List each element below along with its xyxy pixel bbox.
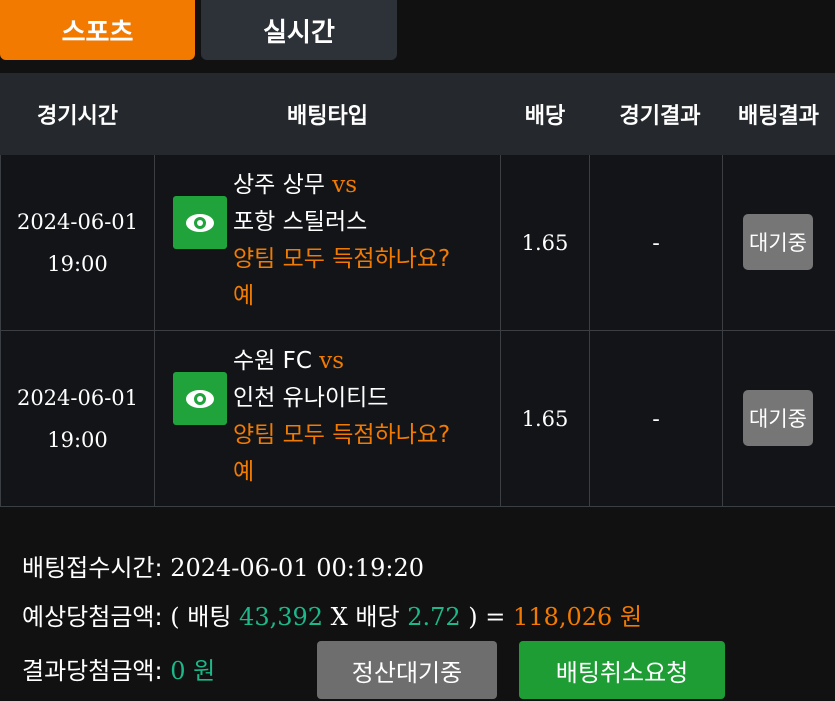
header-bet-type: 배팅타입 <box>287 104 368 129</box>
eye-icon[interactable] <box>173 196 227 249</box>
market-name: 양팀 모두 득점하나요? <box>233 422 451 448</box>
game-result: - <box>652 406 660 431</box>
result-win-line: 결과당첨금액: 0 원 <box>22 651 215 686</box>
status-badge: 대기중 <box>743 390 813 446</box>
bet-amount: 43,392 <box>239 603 324 631</box>
away-team: 포항 스틸러스 <box>233 209 368 235</box>
column-divider <box>722 155 723 506</box>
column-divider <box>154 155 155 506</box>
market-name: 양팀 모두 득점하나요? <box>233 246 451 272</box>
column-divider <box>589 155 590 506</box>
settle-wait-button[interactable]: 정산대기중 <box>317 641 497 699</box>
header-bet-result: 배팅결과 <box>738 104 819 129</box>
column-divider <box>500 155 501 506</box>
away-team: 인천 유나이티드 <box>233 385 389 411</box>
times-sign: X <box>330 603 348 631</box>
tab-live[interactable]: 실시간 <box>201 0 397 60</box>
accept-time-label: 배팅접수시간: <box>22 554 163 582</box>
expected-amount: 118,026 <box>513 603 613 631</box>
result-label: 결과당첨금액: <box>22 657 163 685</box>
open-paren: ( <box>170 603 180 631</box>
bet-info: 상주 상무 vs 포항 스틸러스 양팀 모두 득점하나요? 예 <box>233 167 450 315</box>
expected-label: 예상당첨금액: <box>22 603 163 631</box>
expected-win-line: 예상당첨금액: ( 배팅 43,392 X 배당 2.72 ) = 118,02… <box>22 597 642 632</box>
bet-label: 배팅 <box>187 603 232 631</box>
table-header: 경기시간 배팅타입 배당 경기결과 배팅결과 <box>0 73 835 155</box>
tab-bar: 스포츠 실시간 <box>0 0 835 62</box>
result-unit: 원 <box>193 657 216 685</box>
close-equals: ) = <box>468 603 506 631</box>
game-date: 2024-06-01 <box>16 385 139 410</box>
game-result: - <box>652 230 660 255</box>
total-odds: 2.72 <box>407 603 461 631</box>
home-team: 수원 FC <box>233 348 312 374</box>
game-clock: 19:00 <box>47 251 108 276</box>
home-team: 상주 상무 <box>233 172 325 198</box>
expected-unit: 원 <box>619 603 643 631</box>
table-row: 2024-06-01 19:00 수원 FC vs 인천 유나이티드 양팀 모두 … <box>0 331 835 507</box>
game-time: 2024-06-01 19:00 <box>0 331 155 506</box>
header-odds: 배당 <box>524 104 566 129</box>
odds-label: 배당 <box>355 603 400 631</box>
header-game-time: 경기시간 <box>37 104 118 129</box>
result-amount: 0 <box>170 657 186 685</box>
header-game-result: 경기결과 <box>619 104 701 129</box>
game-time: 2024-06-01 19:00 <box>0 155 155 330</box>
cancel-bet-request-button[interactable]: 배팅취소요청 <box>519 641 725 699</box>
eye-icon[interactable] <box>173 372 227 425</box>
accept-time-value: 2024-06-01 00:19:20 <box>170 554 425 582</box>
game-clock: 19:00 <box>47 427 108 452</box>
tab-sports[interactable]: 스포츠 <box>0 0 195 60</box>
table-row: 2024-06-01 19:00 상주 상무 vs 포항 스틸러스 양팀 모두 득… <box>0 155 835 331</box>
game-date: 2024-06-01 <box>16 209 139 234</box>
bet-pick: 예 <box>233 283 255 309</box>
vs-label: vs <box>332 172 358 198</box>
column-divider <box>0 155 1 506</box>
odds-value: 1.65 <box>521 406 569 431</box>
status-badge: 대기중 <box>743 214 813 270</box>
odds-value: 1.65 <box>521 230 569 255</box>
bet-info: 수원 FC vs 인천 유나이티드 양팀 모두 득점하나요? 예 <box>233 343 450 491</box>
vs-label: vs <box>319 348 345 374</box>
accept-time-line: 배팅접수시간: 2024-06-01 00:19:20 <box>22 548 424 583</box>
bet-pick: 예 <box>233 459 255 485</box>
